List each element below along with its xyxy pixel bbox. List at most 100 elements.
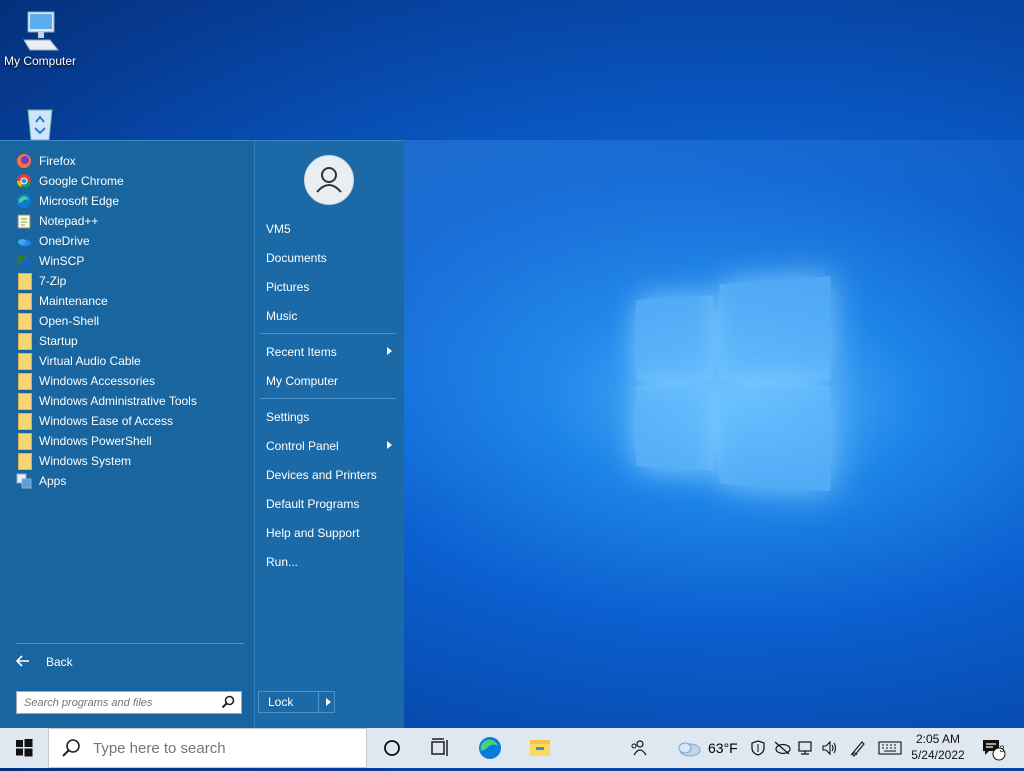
taskbar-clock[interactable]: 2:05 AM 5/24/2022 [906,731,970,763]
weather-temperature: 63°F [708,740,738,756]
search-icon [61,738,81,758]
shield-icon [751,740,765,756]
program-item-firefox[interactable]: Firefox [16,151,246,171]
places-label: Help and Support [266,526,360,540]
program-label: Virtual Audio Cable [39,354,141,368]
places-label: Recent Items [266,345,337,359]
places-item-default-programs[interactable]: Default Programs [266,494,396,514]
program-label: Open-Shell [39,314,100,328]
program-item-maintenance[interactable]: Maintenance [16,291,246,311]
tray-touch-keyboard[interactable] [876,728,904,768]
places-label: VM5 [266,222,291,236]
chevron-right-icon[interactable] [326,698,331,706]
notepadpp-icon [16,213,32,229]
places-item-pictures[interactable]: Pictures [266,277,396,297]
program-item-google-chrome[interactable]: Google Chrome [16,171,246,191]
cortana-button[interactable] [368,728,416,768]
program-item-virtual-audio-cable[interactable]: Virtual Audio Cable [16,351,246,371]
program-item-onedrive[interactable]: OneDrive [16,231,246,251]
edge-icon [479,737,501,759]
program-item-windows-accessories[interactable]: Windows Accessories [16,371,246,391]
user-icon [316,167,342,193]
back-button[interactable]: Back [15,652,244,672]
onedrive-icon [16,233,32,249]
program-item-windows-administrative-tools[interactable]: Windows Administrative Tools [16,391,246,411]
start-search-input[interactable] [22,692,216,714]
program-label: Windows Administrative Tools [39,394,197,408]
places-item-my-computer[interactable]: My Computer [266,371,396,391]
places-item-recent-items[interactable]: Recent Items [266,342,396,362]
program-label: Firefox [39,154,76,168]
places-label: Settings [266,410,310,424]
folder-icon [18,412,32,430]
taskbar-app-file-explorer[interactable] [516,728,564,768]
places-item-user[interactable]: VM5 [266,219,396,239]
people-button[interactable] [624,728,652,768]
program-label: OneDrive [39,234,90,248]
places-label: My Computer [266,374,339,388]
places-item-run[interactable]: Run... [266,552,396,572]
program-item-windows-powershell[interactable]: Windows PowerShell [16,431,246,451]
folder-icon [18,372,32,390]
lock-button[interactable]: Lock [258,691,335,713]
desktop-icon-recycle-bin[interactable] [0,106,80,140]
search-icon[interactable] [221,695,235,709]
places-label: Documents [266,251,327,265]
program-item-startup[interactable]: Startup [16,331,246,351]
speaker-icon [822,740,837,756]
task-view-button[interactable] [416,728,464,768]
edge-icon [16,193,32,209]
program-label: 7-Zip [39,274,67,288]
chrome-icon [16,173,32,189]
program-label: Windows PowerShell [39,434,152,448]
apps-icon [16,473,32,489]
places-item-control-panel[interactable]: Control Panel [266,436,396,456]
people-icon [631,740,647,756]
tray-pen[interactable] [846,728,870,768]
desktop-icon-my-computer[interactable]: My Computer [0,10,80,68]
pen-icon [850,741,865,757]
folder-icon [18,312,32,330]
program-item-microsoft-edge[interactable]: Microsoft Edge [16,191,246,211]
user-avatar[interactable] [304,155,354,205]
program-item-windows-system[interactable]: Windows System [16,451,246,471]
action-center-button[interactable]: 3 [978,728,1008,768]
program-item-apps[interactable]: Apps [16,471,246,491]
program-item-open-shell[interactable]: Open-Shell [16,311,246,331]
program-item-notepadpp[interactable]: Notepad++ [16,211,246,231]
tray-volume[interactable] [820,728,840,768]
program-item-winscp[interactable]: WinSCP [16,251,246,271]
program-label: Windows Accessories [39,374,156,388]
clock-date: 5/24/2022 [911,748,965,762]
taskbar-app-edge[interactable] [466,728,514,768]
program-item-7-zip[interactable]: 7-Zip [16,271,246,291]
places-item-settings[interactable]: Settings [266,407,396,427]
tray-security[interactable] [748,728,768,768]
recycle-bin-icon [27,109,53,140]
places-item-devices-printers[interactable]: Devices and Printers [266,465,396,485]
arrow-left-icon [15,654,46,670]
taskbar-search-input[interactable] [91,738,355,758]
taskbar-search-box[interactable] [48,728,367,768]
chevron-right-icon [387,441,392,449]
folder-icon [18,332,32,350]
places-label: Music [266,309,298,323]
cortana-circle-icon [384,740,400,756]
folder-icon [18,392,32,410]
windows-wallpaper-logo [636,276,831,493]
places-label: Pictures [266,280,310,294]
places-item-help-support[interactable]: Help and Support [266,523,396,543]
lock-label: Lock [268,695,294,709]
start-search-box[interactable] [16,691,242,714]
tray-onedrive[interactable] [772,728,792,768]
start-button[interactable] [0,728,48,768]
program-label: Google Chrome [39,174,124,188]
chevron-right-icon [387,347,392,355]
places-item-documents[interactable]: Documents [266,248,396,268]
program-item-windows-ease-of-access[interactable]: Windows Ease of Access [16,411,246,431]
weather-widget[interactable]: 63°F [676,728,738,768]
program-label: Microsoft Edge [39,194,120,208]
places-label: Devices and Printers [266,468,377,482]
places-item-music[interactable]: Music [266,306,396,326]
tray-network[interactable] [796,728,816,768]
